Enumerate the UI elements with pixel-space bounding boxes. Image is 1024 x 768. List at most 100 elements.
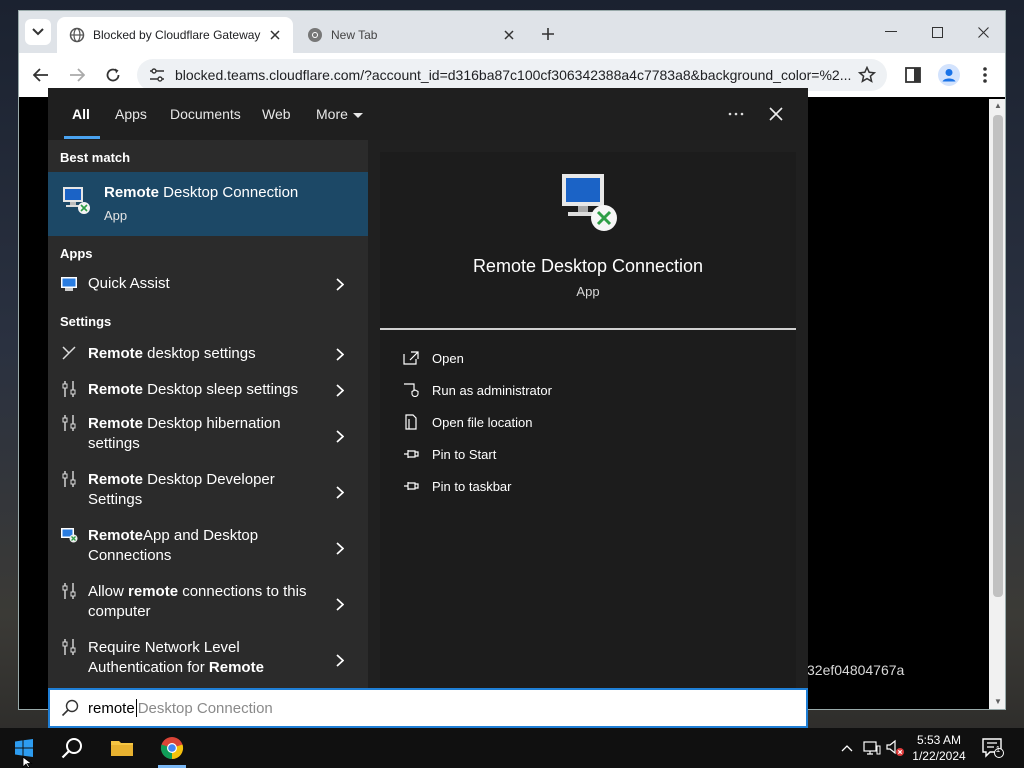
detail-app-type: App xyxy=(576,284,600,299)
active-filter-indicator xyxy=(64,136,100,139)
file-explorer-button[interactable] xyxy=(99,728,145,768)
action-pin-to-start[interactable]: Pin to Start xyxy=(402,443,496,465)
arrow-left-icon xyxy=(33,68,48,82)
setting-item-hibernation-settings[interactable]: Remote Desktop hibernation settings xyxy=(48,410,368,462)
chevron-right-icon[interactable] xyxy=(334,383,346,397)
remote-desktop-icon xyxy=(63,187,90,214)
best-match-item[interactable]: Remote Desktop Connection App xyxy=(48,172,368,236)
close-icon xyxy=(977,26,989,38)
action-label: Pin to Start xyxy=(432,446,497,462)
filter-more[interactable]: More xyxy=(316,106,363,122)
chrome-taskbar-button[interactable] xyxy=(149,728,195,768)
back-button[interactable] xyxy=(29,63,53,87)
chevron-right-icon[interactable] xyxy=(334,485,346,499)
setting-item-label: Remote Desktop sleep settings xyxy=(88,380,318,400)
setting-item-label: Remote Desktop hibernation settings xyxy=(88,414,318,454)
setting-item-label: Allow remote connections to this compute… xyxy=(88,582,318,622)
network-button[interactable] xyxy=(862,736,882,760)
profile-button[interactable] xyxy=(937,63,961,87)
minimize-button[interactable] xyxy=(871,19,911,45)
page-scrollbar[interactable]: ▲ ▼ xyxy=(989,99,1005,709)
label-bold: Remote xyxy=(88,415,144,432)
tab-search-button[interactable] xyxy=(25,19,51,45)
chevron-up-icon xyxy=(841,745,853,752)
apps-heading: Apps xyxy=(60,246,93,261)
filter-all[interactable]: All xyxy=(72,106,90,122)
chevron-right-icon[interactable] xyxy=(334,277,346,291)
ellipsis-icon xyxy=(728,112,744,116)
search-filters: All Apps Documents Web More xyxy=(48,88,808,140)
chevron-right-icon[interactable] xyxy=(334,429,346,443)
app-detail-pane: Remote Desktop Connection App Open Run a… xyxy=(380,152,796,688)
bookmark-star-icon[interactable] xyxy=(855,63,879,87)
side-panel-button[interactable] xyxy=(901,63,925,87)
site-info-icon[interactable] xyxy=(147,65,167,85)
best-match-heading: Best match xyxy=(60,150,131,165)
setting-item-developer-settings[interactable]: Remote Desktop Developer Settings xyxy=(48,466,368,518)
label-bold: Remote xyxy=(88,345,144,362)
tab-blocked[interactable]: Blocked by Cloudflare Gateway xyxy=(57,17,293,53)
volume-button[interactable] xyxy=(884,736,906,760)
file-location-icon xyxy=(402,413,420,431)
notification-center-button[interactable]: 1 xyxy=(980,736,1006,760)
action-label: Open xyxy=(432,350,464,366)
close-window-button[interactable] xyxy=(963,19,1003,45)
chevron-right-icon[interactable] xyxy=(334,541,346,555)
chevron-right-icon[interactable] xyxy=(334,347,346,361)
clock-time: 5:53 AM xyxy=(916,733,962,747)
setting-item-label: Remote desktop settings xyxy=(88,344,318,364)
taskbar-search-button[interactable] xyxy=(49,728,95,768)
forward-button[interactable] xyxy=(65,63,89,87)
open-external-icon xyxy=(402,349,420,367)
filter-web[interactable]: Web xyxy=(262,106,291,122)
system-clock[interactable]: 5:53 AM 1/22/2024 xyxy=(906,732,972,764)
chevron-right-icon[interactable] xyxy=(334,597,346,611)
new-tab-button[interactable] xyxy=(537,23,559,45)
address-bar[interactable]: blocked.teams.cloudflare.com/?account_id… xyxy=(137,59,887,91)
show-hidden-icons-button[interactable] xyxy=(838,736,856,760)
more-options-button[interactable] xyxy=(724,102,748,126)
clock-date: 1/22/2024 xyxy=(912,749,966,763)
tab-new-tab[interactable]: New Tab xyxy=(295,17,527,53)
start-search-input[interactable]: remote Desktop Connection xyxy=(48,688,808,728)
action-run-as-admin[interactable]: Run as administrator xyxy=(402,379,552,401)
slider-settings-icon xyxy=(60,414,78,432)
chevron-right-icon[interactable] xyxy=(334,653,346,667)
setting-item-label: RemoteApp and Desktop Connections xyxy=(88,526,318,566)
action-open-file-location[interactable]: Open file location xyxy=(402,411,532,433)
scrollbar-thumb[interactable] xyxy=(993,115,1003,597)
filter-documents[interactable]: Documents xyxy=(170,106,241,122)
best-match-name: Remote Desktop Connection xyxy=(104,184,298,201)
scroll-up-icon[interactable]: ▲ xyxy=(993,101,1003,111)
setting-item-remoteapp-connections[interactable]: RemoteApp and Desktop Connections xyxy=(48,522,368,574)
action-open[interactable]: Open xyxy=(402,347,464,369)
detail-app-name: Remote Desktop Connection xyxy=(472,256,704,276)
slider-settings-icon xyxy=(60,380,78,398)
avatar-icon xyxy=(938,64,960,86)
taskbar: 5:53 AM 1/22/2024 1 xyxy=(0,728,1024,768)
setting-item-remote-desktop-settings[interactable]: Remote desktop settings xyxy=(48,336,368,372)
menu-button[interactable] xyxy=(973,63,997,87)
pin-icon xyxy=(402,477,420,495)
minimize-icon xyxy=(885,31,897,32)
kebab-menu-icon xyxy=(983,67,987,83)
setting-item-allow-remote-connections[interactable]: Allow remote connections to this compute… xyxy=(48,578,368,630)
search-icon xyxy=(60,698,80,718)
close-search-button[interactable] xyxy=(764,102,788,126)
action-pin-to-taskbar[interactable]: Pin to taskbar xyxy=(402,475,512,497)
setting-item-sleep-settings[interactable]: Remote Desktop sleep settings xyxy=(48,372,368,408)
label-bold: Remote xyxy=(208,659,264,676)
remoteapp-icon xyxy=(60,526,78,544)
reload-button[interactable] xyxy=(101,63,125,87)
app-item-quick-assist[interactable]: Quick Assist xyxy=(48,266,368,302)
scroll-down-icon[interactable]: ▼ xyxy=(993,697,1003,707)
setting-item-require-nla[interactable]: Require Network Level Authentication for… xyxy=(48,634,368,686)
filter-apps[interactable]: Apps xyxy=(115,106,147,122)
label-rest: desktop settings xyxy=(143,345,256,362)
close-tab-icon[interactable] xyxy=(267,27,283,43)
arrow-right-icon xyxy=(70,68,85,82)
close-tab-icon[interactable] xyxy=(501,27,517,43)
maximize-button[interactable] xyxy=(917,19,957,45)
pin-icon xyxy=(402,445,420,463)
app-item-label: Quick Assist xyxy=(88,275,170,292)
